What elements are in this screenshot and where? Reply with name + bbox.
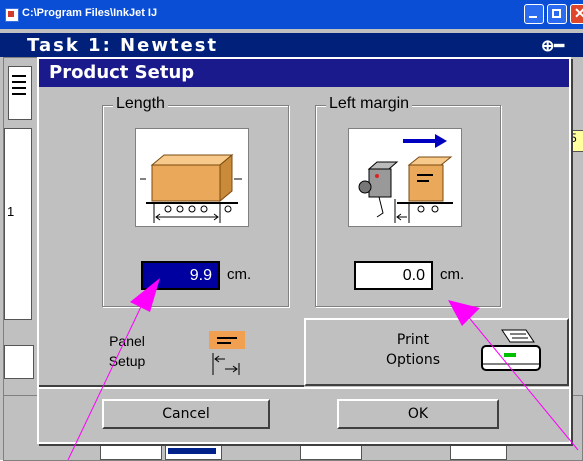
application-window: C:\Program Files\InkJet IJ ✕ Task 1: New… <box>0 0 583 461</box>
annotation-arrows <box>67 278 579 460</box>
annotation-arrowhead-right <box>448 300 480 326</box>
annotation-arrowhead-left <box>130 278 160 312</box>
